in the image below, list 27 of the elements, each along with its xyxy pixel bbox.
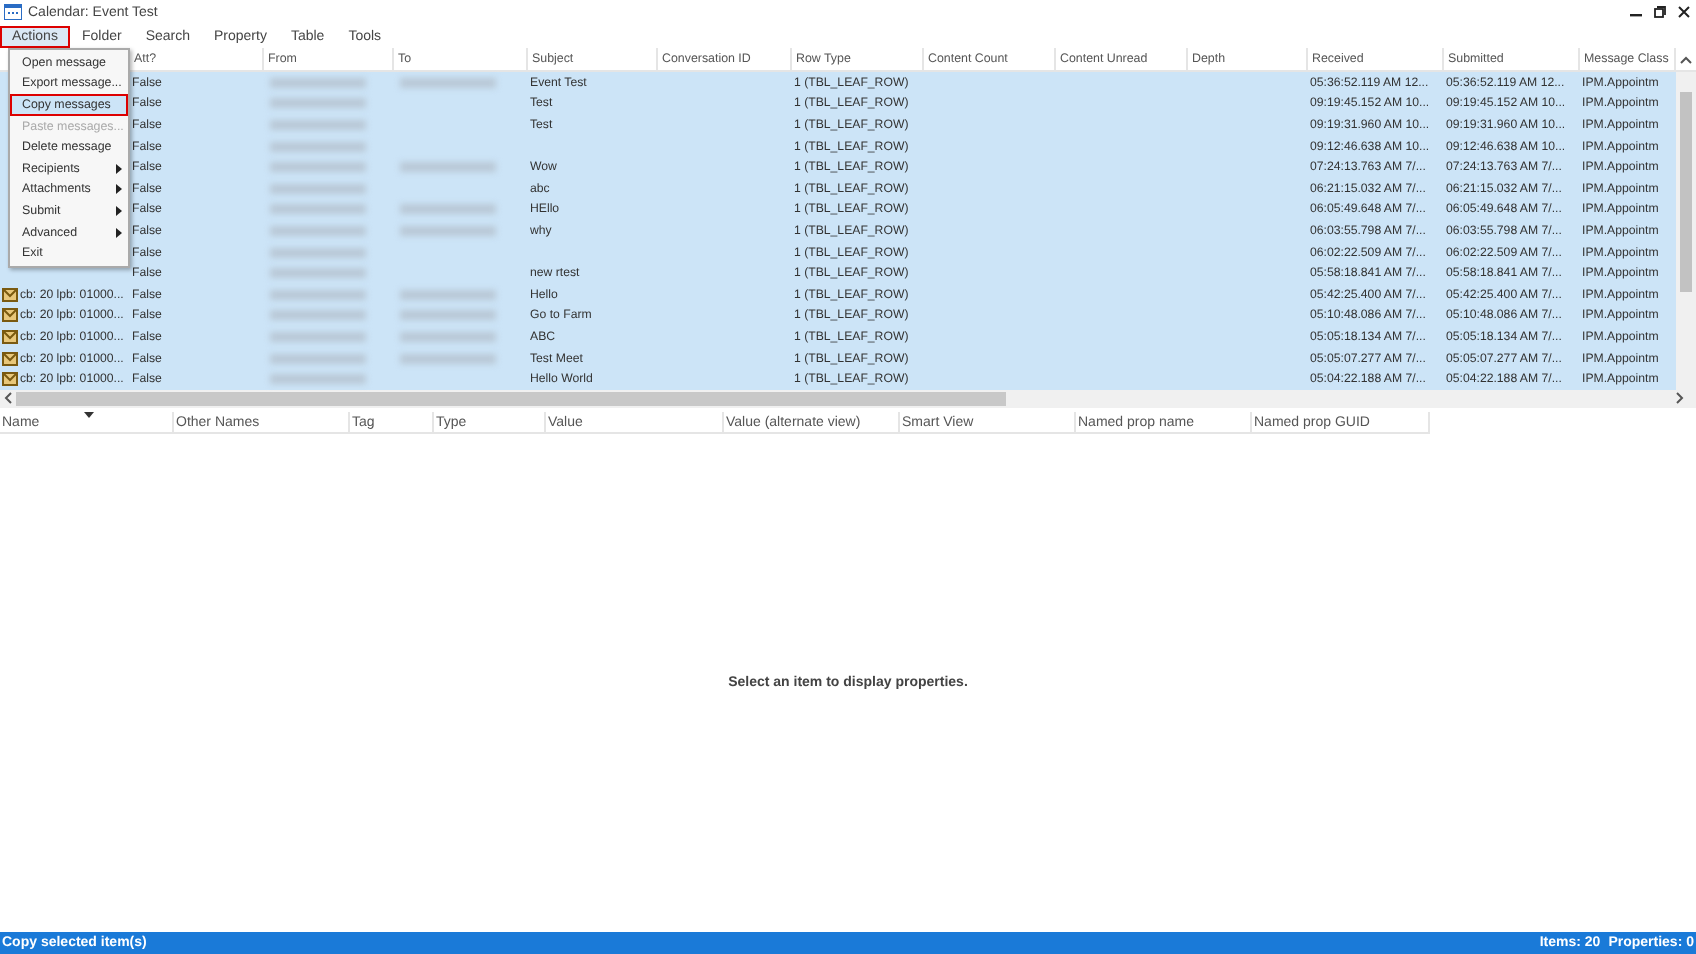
blurred-text bbox=[270, 77, 366, 88]
close-icon[interactable] bbox=[1678, 6, 1690, 18]
envelope-icon bbox=[2, 329, 18, 344]
blurred-text bbox=[270, 98, 366, 109]
blurred-text bbox=[270, 289, 366, 300]
blurred-text bbox=[270, 331, 366, 342]
envelope-icon bbox=[2, 372, 18, 387]
blurred-text bbox=[270, 225, 366, 236]
blurred-text bbox=[270, 268, 366, 279]
blurred-text bbox=[270, 353, 366, 364]
blurred-text bbox=[270, 204, 366, 215]
scroll-up-icon[interactable] bbox=[1680, 55, 1692, 63]
blurred-text bbox=[270, 183, 366, 194]
blurred-text bbox=[270, 247, 366, 258]
envelope-icon bbox=[2, 351, 18, 366]
blurred-text bbox=[270, 162, 366, 173]
vertical-scrollbar[interactable] bbox=[1676, 72, 1696, 390]
restore-icon[interactable] bbox=[1654, 6, 1666, 18]
scroll-left-icon[interactable] bbox=[4, 392, 12, 405]
sort-arrow-icon[interactable] bbox=[84, 411, 94, 418]
envelope-icon bbox=[2, 287, 18, 302]
scroll-right-icon[interactable] bbox=[1676, 392, 1684, 405]
envelope-icon bbox=[2, 308, 18, 323]
blurred-text bbox=[270, 141, 366, 152]
blurred-text bbox=[270, 119, 366, 130]
blurred-text bbox=[270, 310, 366, 321]
blurred-text bbox=[270, 374, 366, 385]
